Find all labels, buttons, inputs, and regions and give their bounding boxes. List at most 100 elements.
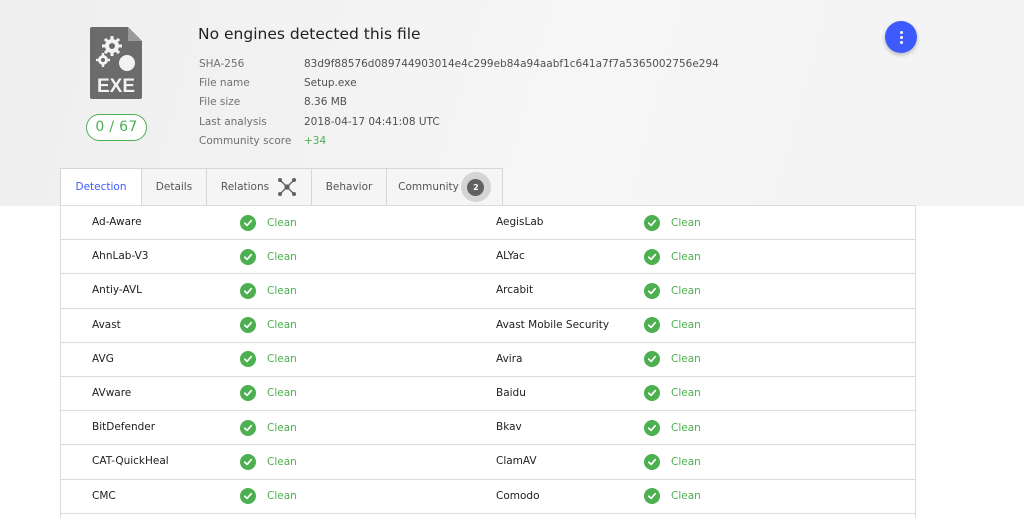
tab-details[interactable]: Details xyxy=(142,168,207,206)
check-circle-icon xyxy=(240,317,256,334)
tab-community[interactable]: Community 2 xyxy=(387,168,503,206)
detection-status: Clean xyxy=(644,411,701,444)
status-label: Clean xyxy=(671,284,701,297)
status-label: Clean xyxy=(267,421,297,434)
status-label: Clean xyxy=(671,455,701,468)
engine-name: Antiy-AVL xyxy=(92,284,143,297)
table-row: AhnLab-V3 Clean ALYac Clean xyxy=(61,240,915,275)
tab-label: Relations xyxy=(220,181,270,193)
detail-value: +34 xyxy=(304,134,327,147)
status-label: Clean xyxy=(267,387,297,400)
table-row: AVware Clean Baidu Clean xyxy=(61,377,915,412)
detail-label: Community score xyxy=(199,134,292,147)
tab-behavior[interactable]: Behavior xyxy=(312,168,387,206)
tab-bar: Detection Details Relations Behavior Com… xyxy=(60,168,503,206)
check-circle-icon xyxy=(240,351,256,368)
detail-value: 2018-04-17 04:41:08 UTC xyxy=(304,115,440,128)
more-options-button[interactable] xyxy=(885,21,917,53)
detection-status: Clean xyxy=(240,377,297,410)
detail-value: Setup.exe xyxy=(304,77,357,90)
engine-name: Ad-Aware xyxy=(92,216,142,228)
detection-status: Clean xyxy=(644,240,701,273)
check-circle-icon xyxy=(240,488,256,504)
engine-name: AhnLab-V3 xyxy=(92,250,149,263)
engine-name: CMC xyxy=(92,489,116,502)
status-label: Clean xyxy=(267,319,297,332)
exe-file-icon: EXE xyxy=(90,27,144,99)
check-circle-icon xyxy=(240,385,256,402)
tab-label: Details xyxy=(155,181,193,193)
status-label: Clean xyxy=(671,216,701,229)
file-type-label: EXE xyxy=(97,76,135,97)
check-circle-icon xyxy=(240,248,256,265)
detection-status: Clean xyxy=(644,206,701,239)
engine-name: BitDefender xyxy=(92,421,156,434)
check-circle-icon xyxy=(240,282,256,299)
graph-icon xyxy=(277,177,297,197)
detail-label: SHA-256 xyxy=(199,58,245,70)
detection-results-table: Ad-Aware Clean AegisLab Clean AhnLab-V3 Clean… xyxy=(60,205,916,518)
check-circle-icon xyxy=(240,419,256,436)
vertical-dots-icon xyxy=(899,30,903,34)
check-circle-icon xyxy=(644,214,660,231)
check-circle-icon xyxy=(644,453,660,470)
detail-last-analysis: Last analysis 2018-04-17 04:41:08 UTC xyxy=(199,113,719,132)
detail-value[interactable]: 83d9f88576d089744903014e4c299eb84a94aabf… xyxy=(304,55,719,74)
detection-status: Clean xyxy=(240,343,297,376)
check-circle-icon xyxy=(644,385,660,402)
tab-label: Detection xyxy=(75,181,127,193)
check-circle-icon xyxy=(644,248,660,265)
detection-status: Clean xyxy=(644,343,701,376)
engine-name: ClamAV xyxy=(496,455,537,468)
detail-sha256: SHA-256 83d9f88576d089744903014e4c299eb8… xyxy=(199,55,719,74)
detail-community-score: Community score +34 xyxy=(199,132,719,151)
status-label: Clean xyxy=(267,250,297,263)
detection-status: Clean xyxy=(644,274,701,307)
detection-score-badge: 0 / 67 xyxy=(86,114,147,141)
engine-name: AVware xyxy=(92,386,132,399)
status-label: Clean xyxy=(671,421,701,434)
status-label: Clean xyxy=(267,284,297,297)
status-label: Clean xyxy=(671,353,701,366)
status-label: Clean xyxy=(671,490,701,502)
table-row: Avast Clean Avast Mobile Security Clean xyxy=(61,309,915,343)
status-label: Clean xyxy=(267,216,297,229)
engine-name: Baidu xyxy=(496,386,526,399)
status-label: Clean xyxy=(671,387,701,400)
detection-status: Clean xyxy=(240,240,297,273)
page-title: No engines detected this file xyxy=(198,25,421,43)
engine-name: AVG xyxy=(92,352,114,365)
engine-name: Bkav xyxy=(496,421,522,434)
detection-status: Clean xyxy=(644,377,701,410)
status-label: Clean xyxy=(267,490,297,502)
check-circle-icon xyxy=(644,488,660,504)
engine-name: Avast Mobile Security xyxy=(496,318,610,331)
detail-label: File name xyxy=(199,77,250,90)
check-circle-icon xyxy=(240,214,256,231)
engine-name: Comodo xyxy=(496,489,540,502)
check-circle-icon xyxy=(644,351,660,368)
engine-name: CAT-QuickHeal xyxy=(92,455,169,468)
tab-detection[interactable]: Detection xyxy=(60,168,142,206)
status-label: Clean xyxy=(267,353,297,366)
engine-name: ALYac xyxy=(496,250,525,263)
tab-label: Community xyxy=(398,181,459,193)
detection-status: Clean xyxy=(644,480,701,513)
status-label: Clean xyxy=(671,250,701,263)
engine-name: Avast xyxy=(92,318,121,331)
file-details-list: SHA-256 83d9f88576d089744903014e4c299eb8… xyxy=(199,55,719,151)
check-circle-icon xyxy=(644,419,660,436)
table-row: CMC Clean Comodo Clean xyxy=(61,480,915,514)
detection-status: Clean xyxy=(240,480,297,513)
detail-label: File size xyxy=(199,96,241,109)
engine-name: AegisLab xyxy=(496,216,544,228)
detail-file-size: File size 8.36 MB xyxy=(199,93,719,112)
detection-status: Clean xyxy=(240,445,297,478)
engine-name: Arcabit xyxy=(496,284,534,297)
detail-label: Last analysis xyxy=(199,115,267,128)
table-row: Antiy-AVL Clean Arcabit Clean xyxy=(61,274,915,309)
tab-relations[interactable]: Relations xyxy=(207,168,312,206)
detection-status: Clean xyxy=(240,274,297,307)
check-circle-icon xyxy=(240,453,256,470)
detail-file-name: File name Setup.exe xyxy=(199,74,719,93)
